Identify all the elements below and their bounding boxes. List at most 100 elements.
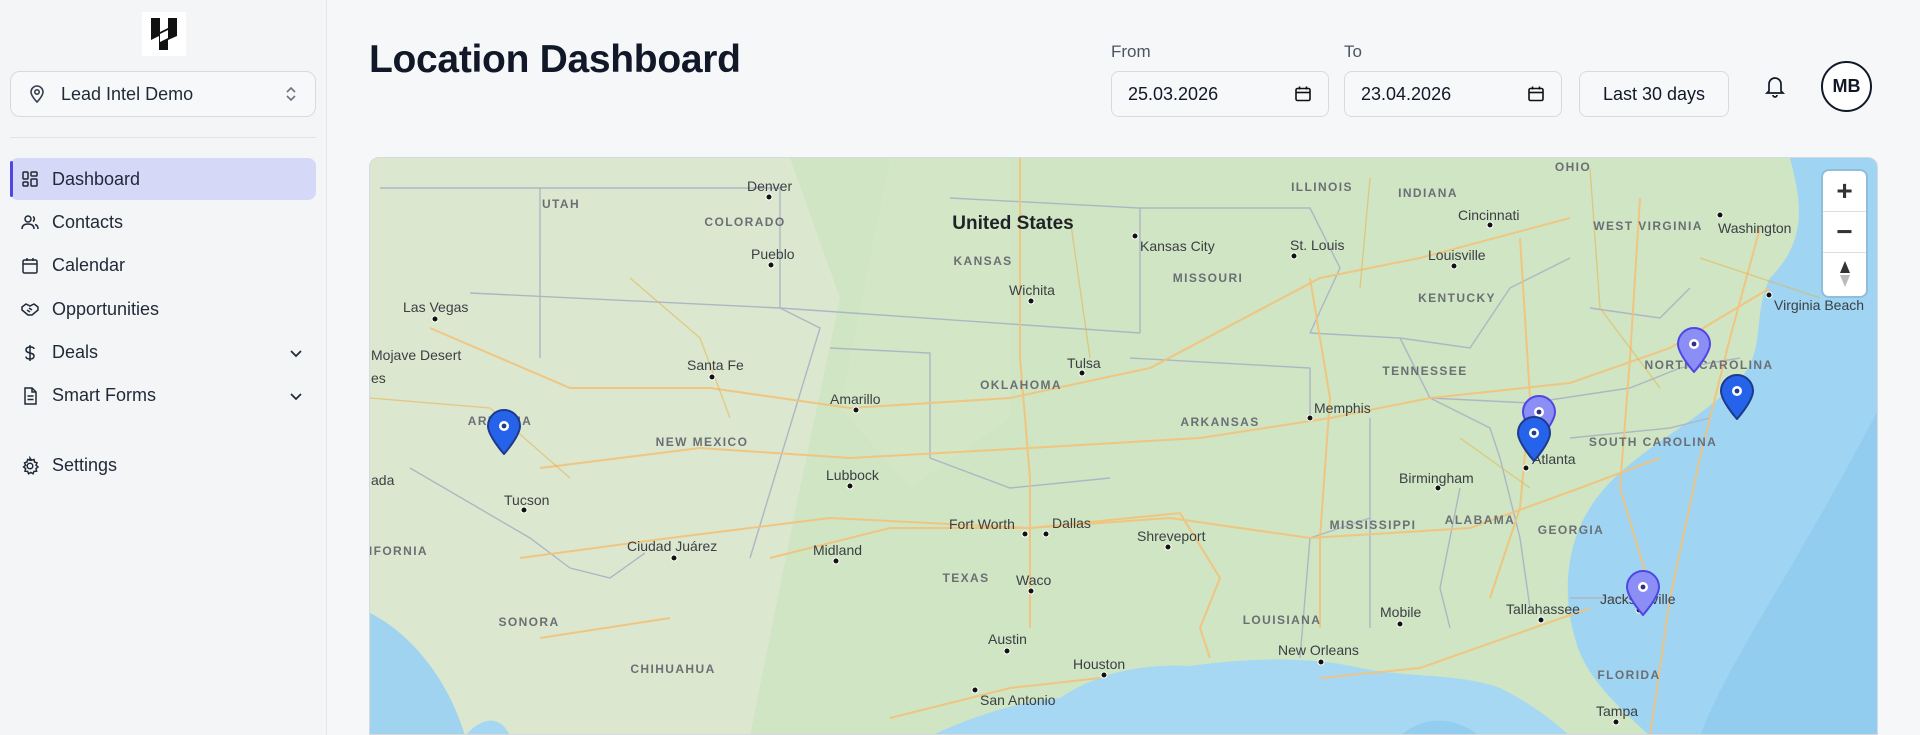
city-label: Wichita	[1009, 282, 1055, 298]
city-dot	[846, 482, 854, 490]
city-dot	[852, 406, 860, 414]
zoom-out-button[interactable]: −	[1823, 212, 1866, 253]
chevron-down-icon[interactable]	[288, 345, 304, 361]
city-label: New Orleans	[1278, 642, 1359, 658]
city-label: Louisville	[1428, 247, 1486, 263]
state-label: CALIFORNIA	[369, 544, 428, 558]
reset-north-button[interactable]	[1823, 253, 1866, 294]
last-30-days-button[interactable]: Last 30 days	[1579, 71, 1729, 117]
sidebar-item-contacts[interactable]: Contacts	[10, 201, 316, 243]
state-label: ALABAMA	[1444, 513, 1516, 527]
sidebar-item-deals[interactable]: Deals	[10, 332, 316, 374]
sidebar-item-settings[interactable]: Settings	[10, 445, 316, 487]
sidebar-item-dashboard[interactable]: Dashboard	[10, 158, 316, 200]
state-label: MISSOURI	[1172, 271, 1244, 285]
sidebar-item-label: Contacts	[52, 211, 124, 232]
to-label: To	[1344, 42, 1362, 61]
map-zoom-controls: + −	[1823, 171, 1866, 296]
city-label: Amarillo	[830, 391, 881, 407]
state-label: INDIANA	[1398, 186, 1458, 200]
city-label: St. Louis	[1290, 237, 1345, 253]
state-label: WEST VIRGINIA	[1593, 219, 1703, 233]
city-label: Cincinnati	[1458, 207, 1520, 223]
city-dot	[1042, 530, 1050, 538]
city-label: San Antonio	[980, 692, 1056, 708]
map-pin-icon	[30, 85, 44, 104]
location-marker[interactable]	[1719, 374, 1755, 420]
city-dot	[1027, 587, 1035, 595]
city-dot	[431, 315, 439, 323]
city-label: Tampa	[1596, 703, 1639, 719]
sidebar: Lead Intel Demo Dashboard Contacts Calen…	[0, 0, 327, 735]
location-name: Lead Intel Demo	[61, 83, 194, 104]
state-label: KENTUCKY	[1418, 291, 1496, 305]
city-label: Kansas City	[1140, 238, 1215, 254]
handshake-icon	[21, 303, 39, 316]
calendar-icon[interactable]	[1294, 85, 1312, 103]
page-title: Location Dashboard	[369, 38, 741, 81]
dashboard-icon	[22, 171, 38, 187]
zoom-in-button[interactable]: +	[1823, 171, 1866, 212]
sidebar-item-label: Opportunities	[52, 298, 160, 319]
location-marker[interactable]	[486, 409, 522, 455]
city-label: Denver	[747, 178, 793, 194]
city-label: Memphis	[1314, 400, 1371, 416]
sidebar-item-label: Smart Forms	[52, 385, 157, 406]
location-marker[interactable]	[1676, 327, 1712, 373]
state-label: UTAH	[541, 197, 581, 211]
city-label: Las Vegas	[403, 299, 469, 315]
city-label: Birmingham	[1399, 470, 1474, 486]
dollar-icon	[25, 344, 35, 361]
from-date-value: 25.03.2026	[1128, 83, 1219, 104]
city-label: Waco	[1016, 572, 1052, 588]
sidebar-item-label: Deals	[52, 342, 99, 363]
sidebar-item-opportunities[interactable]: Opportunities	[10, 288, 316, 330]
city-label: Santa Fe	[687, 357, 744, 373]
city-dot	[1100, 671, 1108, 679]
sidebar-item-label: Calendar	[52, 255, 126, 276]
city-dot	[1396, 620, 1404, 628]
city-dot	[1021, 530, 1029, 538]
location-marker[interactable]	[1625, 570, 1661, 616]
location-map[interactable]: United States UTAH COLORADO KANSAS MISSO…	[369, 157, 1878, 735]
city-label: Pueblo	[751, 246, 795, 262]
city-label: Tulsa	[1067, 355, 1101, 371]
chevron-down-icon[interactable]	[288, 388, 304, 404]
state-label: FLORIDA	[1597, 668, 1661, 682]
city-dot	[1027, 297, 1035, 305]
city-label: Austin	[988, 631, 1027, 647]
compass-icon	[1839, 260, 1850, 287]
city-label: ada	[371, 472, 395, 488]
state-label: ARKANSAS	[1180, 415, 1260, 429]
state-label: SOUTH CAROLINA	[1588, 435, 1718, 449]
city-label: Mobile	[1380, 604, 1422, 620]
sidebar-nav: Dashboard Contacts Calendar Opportunitie…	[10, 158, 316, 488]
city-dot	[1317, 658, 1325, 666]
country-label: United States	[952, 213, 1074, 234]
city-dot	[971, 686, 979, 694]
city-dot	[708, 373, 716, 381]
calendar-icon[interactable]	[1527, 85, 1545, 103]
to-date-input[interactable]: 23.04.2026	[1344, 71, 1562, 117]
bell-icon[interactable]	[1764, 74, 1786, 98]
user-avatar[interactable]: MB	[1821, 61, 1872, 112]
location-marker[interactable]	[1516, 416, 1552, 462]
city-dot	[832, 557, 840, 565]
state-label: ILLINOIS	[1291, 180, 1353, 194]
city-dot	[1164, 543, 1172, 551]
city-label: Mojave Desert	[371, 347, 462, 363]
city-dot	[1306, 414, 1314, 422]
app-logo[interactable]	[142, 12, 186, 56]
city-dot	[1716, 211, 1724, 219]
location-selector[interactable]: Lead Intel Demo	[10, 71, 316, 117]
city-label: Shreveport	[1137, 528, 1206, 544]
city-label: es	[371, 370, 386, 386]
from-date-input[interactable]: 25.03.2026	[1111, 71, 1329, 117]
sidebar-item-smart-forms[interactable]: Smart Forms	[10, 375, 316, 417]
gear-icon	[22, 455, 40, 475]
city-dot	[1003, 647, 1011, 655]
state-label: NEW MEXICO	[655, 435, 749, 449]
state-label: OHIO	[1554, 160, 1592, 174]
city-label: Houston	[1073, 656, 1126, 672]
sidebar-item-calendar[interactable]: Calendar	[10, 245, 316, 287]
